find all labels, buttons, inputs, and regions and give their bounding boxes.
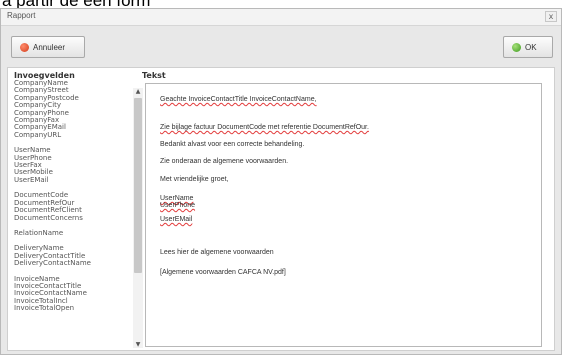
field-item[interactable]: CompanyURL — [14, 131, 132, 139]
editor-line-text: UserName — [160, 195, 194, 202]
editor-line: Bedankt alvast voor een correcte behande… — [160, 141, 304, 148]
report-dialog: Rapport x Annuleer OK Invoegvelden Tekst… — [0, 8, 562, 355]
ok-label: OK — [525, 42, 537, 52]
title-bar: Rapport x — [1, 9, 561, 26]
editor-line-text: Met vriendelijke groet, — [160, 176, 229, 183]
field-item[interactable]: InvoiceTotalOpen — [14, 304, 132, 312]
editor-line: Geachte InvoiceContactTitle InvoiceConta… — [160, 96, 317, 103]
text-editor[interactable]: Geachte InvoiceContactTitle InvoiceConta… — [145, 83, 542, 347]
field-item[interactable]: DeliveryContactName — [14, 259, 132, 267]
text-heading: Tekst — [142, 71, 166, 80]
editor-line: UserName — [160, 195, 193, 202]
editor-line-text: Zie bijlage factuur DocumentCode met ref… — [160, 124, 369, 131]
editor-line: UserEMail — [160, 216, 192, 223]
editor-line: Zie onderaan de algemene voorwaarden. — [160, 158, 288, 165]
editor-line: [Algemene voorwaarden CAFCA NV.pdf] — [160, 269, 286, 276]
editor-line: Lees hier de algemene voorwaarden — [160, 249, 274, 256]
field-item[interactable]: DocumentConcerns — [14, 214, 132, 222]
editor-line-text: Geachte InvoiceContactTitle InvoiceConta… — [160, 96, 317, 103]
window-title: Rapport — [7, 11, 36, 20]
editor-line: Zie bijlage factuur DocumentCode met ref… — [160, 124, 369, 131]
close-icon[interactable]: x — [545, 11, 557, 22]
editor-line: UserPhone — [160, 202, 195, 209]
ok-button[interactable]: OK — [503, 36, 553, 58]
fields-heading: Invoegvelden — [14, 71, 75, 80]
scroll-down-icon[interactable]: ▼ — [134, 341, 142, 348]
editor-line-text: [Algemene voorwaarden CAFCA NV.pdf] — [160, 269, 286, 276]
content-panel: Invoegvelden Tekst CompanyName CompanyStr… — [7, 67, 555, 351]
scrollbar-thumb[interactable] — [134, 98, 142, 273]
scroll-up-icon[interactable]: ▲ — [134, 88, 142, 95]
editor-line-text: Zie onderaan de algemene voorwaarden. — [160, 158, 289, 165]
cancel-button[interactable]: Annuleer — [11, 36, 85, 58]
insert-fields-list[interactable]: CompanyName CompanyStreet CompanyPostcode C… — [14, 80, 132, 350]
cancel-label: Annuleer — [33, 42, 66, 52]
editor-line-text: Lees hier de algemene voorwaarden — [160, 249, 274, 256]
check-icon — [512, 42, 521, 52]
background-caption: a partir de een form — [0, 0, 562, 8]
editor-line: Met vriendelijke groet, — [160, 176, 228, 183]
field-item[interactable]: RelationName — [14, 229, 132, 237]
editor-line-text: UserPhone — [160, 202, 196, 209]
field-item[interactable]: UserEMail — [14, 176, 132, 184]
toolbar: Annuleer OK — [1, 26, 561, 66]
editor-line-text: Bedankt alvast voor een correcte behande… — [160, 141, 305, 148]
fields-scrollbar[interactable]: ▲ ▼ — [133, 88, 143, 348]
editor-line-text: UserEMail — [160, 216, 193, 223]
cancel-icon — [20, 42, 29, 52]
